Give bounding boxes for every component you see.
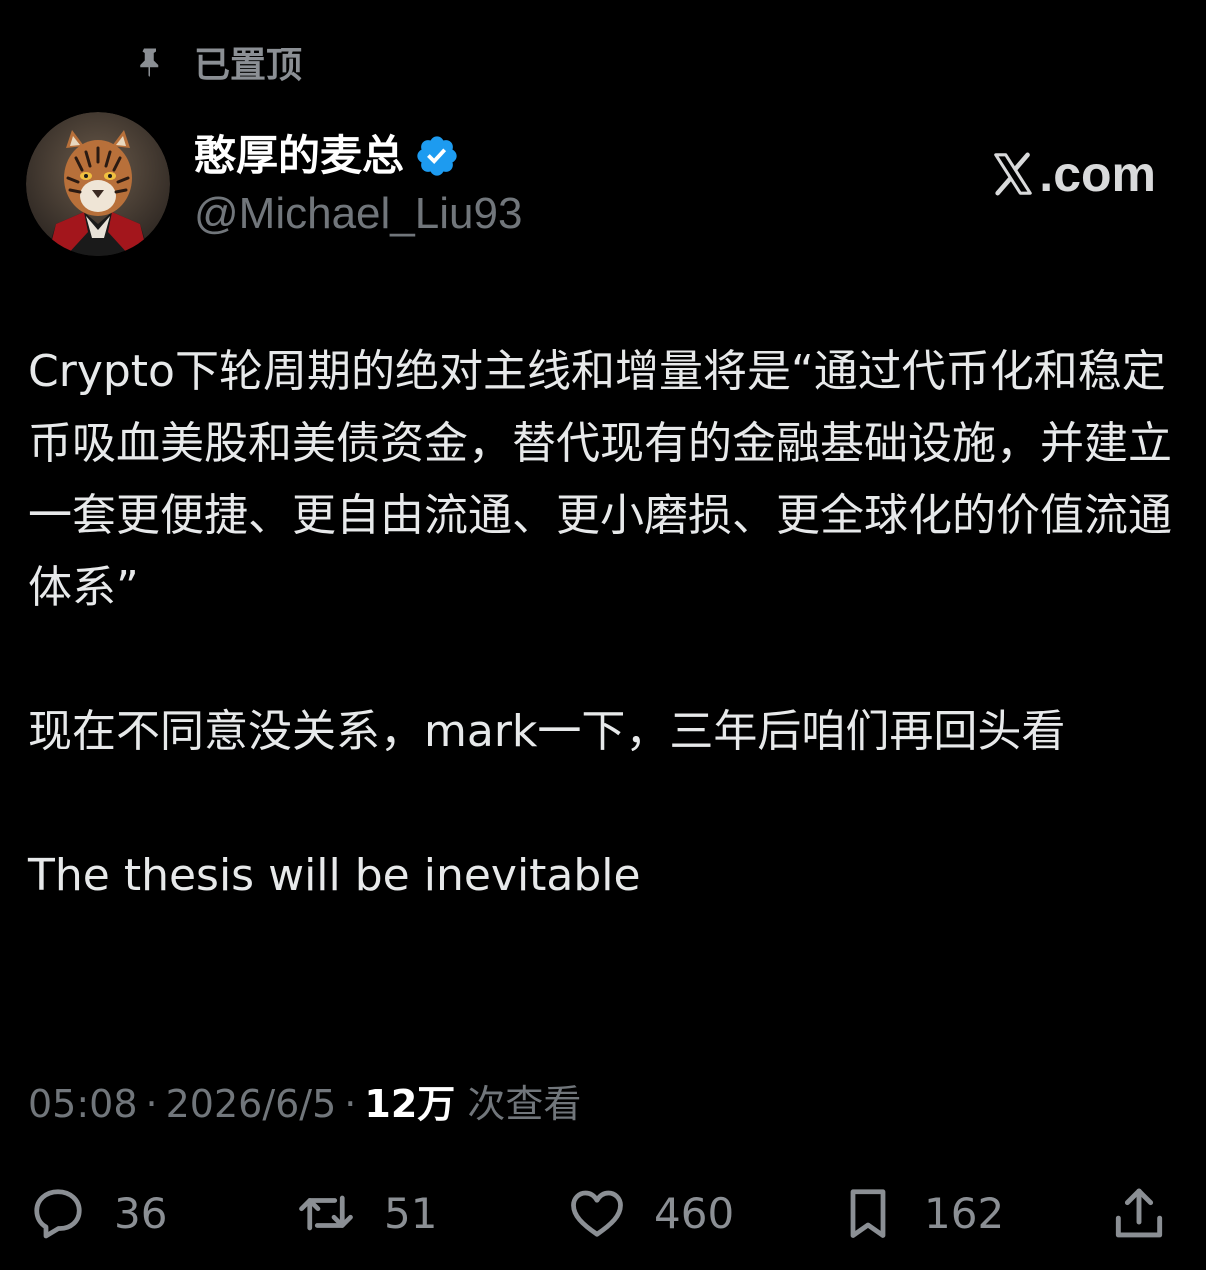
brand-watermark: .com	[989, 142, 1156, 206]
tweet-text: Crypto下轮周期的绝对主线和增量将是“通过代币化和稳定币吸血美股和美债资金，…	[28, 336, 1178, 912]
tweet-date[interactable]: 2026/6/5	[166, 1082, 337, 1126]
author-name-row[interactable]: 憨厚的麦总	[194, 126, 460, 186]
pinned-indicator: 已置顶	[132, 38, 302, 86]
author-display-name[interactable]: 憨厚的麦总	[194, 126, 404, 186]
views-label: 次查看	[467, 1082, 582, 1126]
views-count: 12万	[364, 1082, 456, 1126]
repost-count: 51	[384, 1188, 438, 1238]
meta-separator: ·	[344, 1082, 357, 1126]
meta-separator: ·	[145, 1082, 158, 1126]
heart-icon	[566, 1183, 628, 1243]
tweet-time[interactable]: 05:08	[28, 1082, 138, 1126]
tweet-paragraph: 现在不同意没关系，mark一下，三年后咱们再回头看	[28, 706, 1066, 757]
brand-text: .com	[1039, 146, 1156, 202]
tweet-meta: 05:08 · 2026/6/5 · 12万 次查看	[28, 1076, 581, 1132]
avatar[interactable]	[26, 112, 170, 256]
x-logo-icon	[989, 151, 1037, 197]
like-button[interactable]: 460	[566, 1178, 734, 1248]
verified-badge-icon	[414, 133, 460, 179]
reply-count: 36	[114, 1188, 168, 1238]
author-handle[interactable]: @Michael_Liu93	[194, 186, 522, 242]
reply-icon	[28, 1183, 88, 1243]
repost-icon	[294, 1183, 358, 1243]
tweet-paragraph: Crypto下轮周期的绝对主线和增量将是“通过代币化和稳定币吸血美股和美债资金，…	[28, 346, 1172, 613]
tweet-paragraph: The thesis will be inevitable	[28, 850, 641, 901]
like-count: 460	[654, 1188, 735, 1238]
share-icon	[1108, 1182, 1170, 1244]
bookmark-icon	[838, 1183, 898, 1243]
action-bar: 36 51 460 162	[0, 1178, 1206, 1248]
pin-icon	[132, 44, 168, 80]
share-button[interactable]	[1108, 1178, 1170, 1248]
repost-button[interactable]: 51	[294, 1178, 437, 1248]
pinned-label: 已置顶	[194, 45, 303, 86]
reply-button[interactable]: 36	[28, 1178, 167, 1248]
bookmark-button[interactable]: 162	[838, 1178, 1004, 1248]
bookmark-count: 162	[924, 1188, 1005, 1238]
